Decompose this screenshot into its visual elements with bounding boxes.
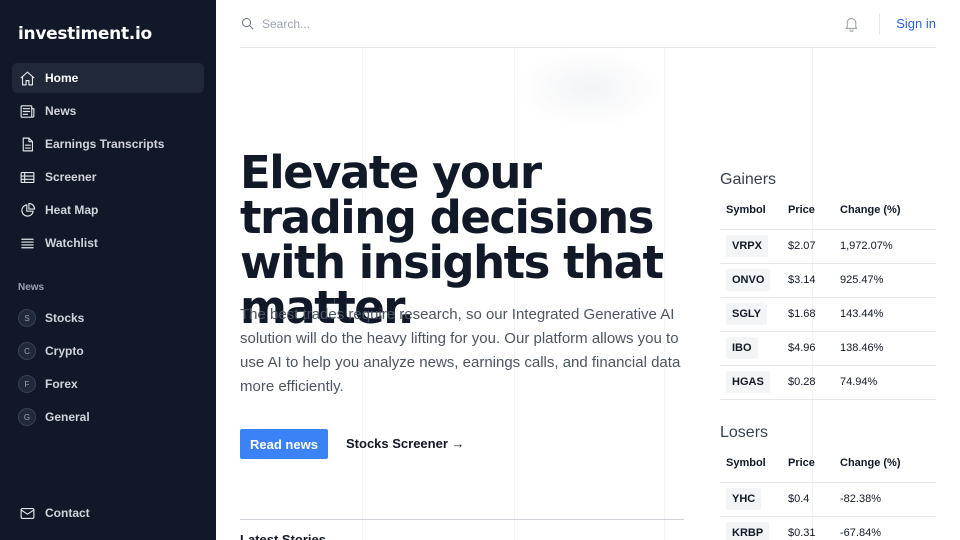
losers-table: Symbol Price Change (%) YHC $0.4 -82.38%…: [720, 445, 936, 540]
general-badge: G: [18, 408, 36, 426]
search-input[interactable]: [262, 14, 562, 34]
sidebar-item-label: Home: [45, 71, 79, 85]
list-icon: [18, 234, 36, 252]
losers-title: Losers: [720, 424, 769, 441]
sidebar-item-label: Contact: [45, 506, 90, 520]
sidebar: investiment.io Home News Earnings Transc…: [0, 0, 216, 540]
column-header-change: Change (%): [840, 192, 936, 230]
table-header-row: Symbol Price Change (%): [720, 192, 936, 230]
gainers-table: Symbol Price Change (%) VRPX $2.07 1,972…: [720, 192, 936, 400]
price-cell: $0.31: [788, 516, 840, 540]
change-cell: 74.94%: [840, 365, 936, 400]
change-cell: 138.46%: [840, 331, 936, 366]
hero-description: The best trades require research, so our…: [240, 306, 681, 395]
price-cell: $4.96: [788, 331, 840, 366]
sidebar-item-heat-map[interactable]: Heat Map: [12, 195, 204, 225]
top-header: Sign in: [240, 0, 936, 48]
search-icon: [240, 16, 256, 32]
table-row[interactable]: YHC $0.4 -82.38%: [720, 482, 936, 517]
price-cell: $1.68: [788, 297, 840, 332]
bell-icon[interactable]: [843, 15, 861, 33]
change-cell: -67.84%: [840, 516, 936, 540]
table-row[interactable]: VRPX $2.07 1,972.07%: [720, 229, 936, 264]
latest-stories-heading: Latest Stories: [240, 532, 326, 540]
column-header-change: Change (%): [840, 445, 936, 483]
change-cell: 143.44%: [840, 297, 936, 332]
document-icon: [18, 135, 36, 153]
stocks-badge: S: [18, 309, 36, 327]
sidebar-item-crypto[interactable]: C Crypto: [12, 336, 204, 366]
symbol-badge[interactable]: SGLY: [726, 303, 767, 325]
column-header-price: Price: [788, 445, 840, 483]
table-row[interactable]: ONVO $3.14 925.47%: [720, 263, 936, 298]
sidebar-item-label: Screener: [45, 170, 97, 184]
change-cell: 1,972.07%: [840, 229, 936, 264]
sidebar-item-label: Crypto: [45, 344, 84, 358]
price-cell: $0.28: [788, 365, 840, 400]
sidebar-item-label: Heat Map: [45, 203, 99, 217]
price-cell: $2.07: [788, 229, 840, 264]
price-cell: $0.4: [788, 482, 840, 517]
change-cell: -82.38%: [840, 482, 936, 517]
sidebar-item-earnings-transcripts[interactable]: Earnings Transcripts: [12, 129, 204, 159]
sidebar-item-label: News: [45, 104, 77, 118]
header-divider: [879, 14, 880, 34]
price-cell: $3.14: [788, 263, 840, 298]
table-row[interactable]: HGAS $0.28 74.94%: [720, 365, 936, 400]
forex-badge: F: [18, 375, 36, 393]
read-news-button[interactable]: Read news: [240, 429, 328, 459]
sidebar-item-label: General: [45, 410, 90, 424]
sidebar-item-general[interactable]: G General: [12, 402, 204, 432]
sidebar-item-label: Watchlist: [45, 236, 98, 250]
sidebar-item-screener[interactable]: Screener: [12, 162, 204, 192]
home-icon: [18, 69, 36, 87]
sidebar-item-stocks[interactable]: S Stocks: [12, 303, 204, 333]
sidebar-item-label: Stocks: [45, 311, 85, 325]
symbol-badge[interactable]: KRBP: [726, 522, 770, 540]
section-divider: [240, 519, 684, 520]
newspaper-icon: [18, 102, 36, 120]
news-section-label: News: [18, 282, 45, 293]
table-header-row: Symbol Price Change (%): [720, 445, 936, 483]
sign-in-link[interactable]: Sign in: [896, 16, 936, 31]
symbol-badge[interactable]: YHC: [726, 488, 762, 510]
sidebar-item-watchlist[interactable]: Watchlist: [12, 228, 204, 258]
gainers-title: Gainers: [720, 171, 777, 188]
stocks-screener-link[interactable]: Stocks Screener →: [346, 436, 465, 451]
sidebar-item-news[interactable]: News: [12, 96, 204, 126]
column-header-symbol: Symbol: [720, 445, 788, 483]
column-header-symbol: Symbol: [720, 192, 788, 230]
symbol-badge[interactable]: VRPX: [726, 235, 768, 257]
sidebar-item-home[interactable]: Home: [12, 63, 204, 93]
mail-icon: [18, 504, 36, 522]
sidebar-item-label: Forex: [45, 377, 78, 391]
sidebar-item-forex[interactable]: F Forex: [12, 369, 204, 399]
symbol-badge[interactable]: ONVO: [726, 269, 771, 291]
pie-chart-icon: [18, 201, 36, 219]
crypto-badge: C: [18, 342, 36, 360]
sidebar-item-label: Earnings Transcripts: [45, 137, 165, 151]
change-cell: 925.47%: [840, 263, 936, 298]
column-header-price: Price: [788, 192, 840, 230]
brand-logo[interactable]: investiment.io: [18, 24, 152, 44]
symbol-badge[interactable]: HGAS: [726, 371, 770, 393]
table-icon: [18, 168, 36, 186]
sidebar-item-contact[interactable]: Contact: [12, 498, 204, 528]
symbol-badge[interactable]: IBO: [726, 337, 758, 359]
table-row[interactable]: KRBP $0.31 -67.84%: [720, 516, 936, 540]
table-row[interactable]: SGLY $1.68 143.44%: [720, 297, 936, 332]
background-glow: [515, 48, 665, 128]
table-row[interactable]: IBO $4.96 138.46%: [720, 331, 936, 366]
